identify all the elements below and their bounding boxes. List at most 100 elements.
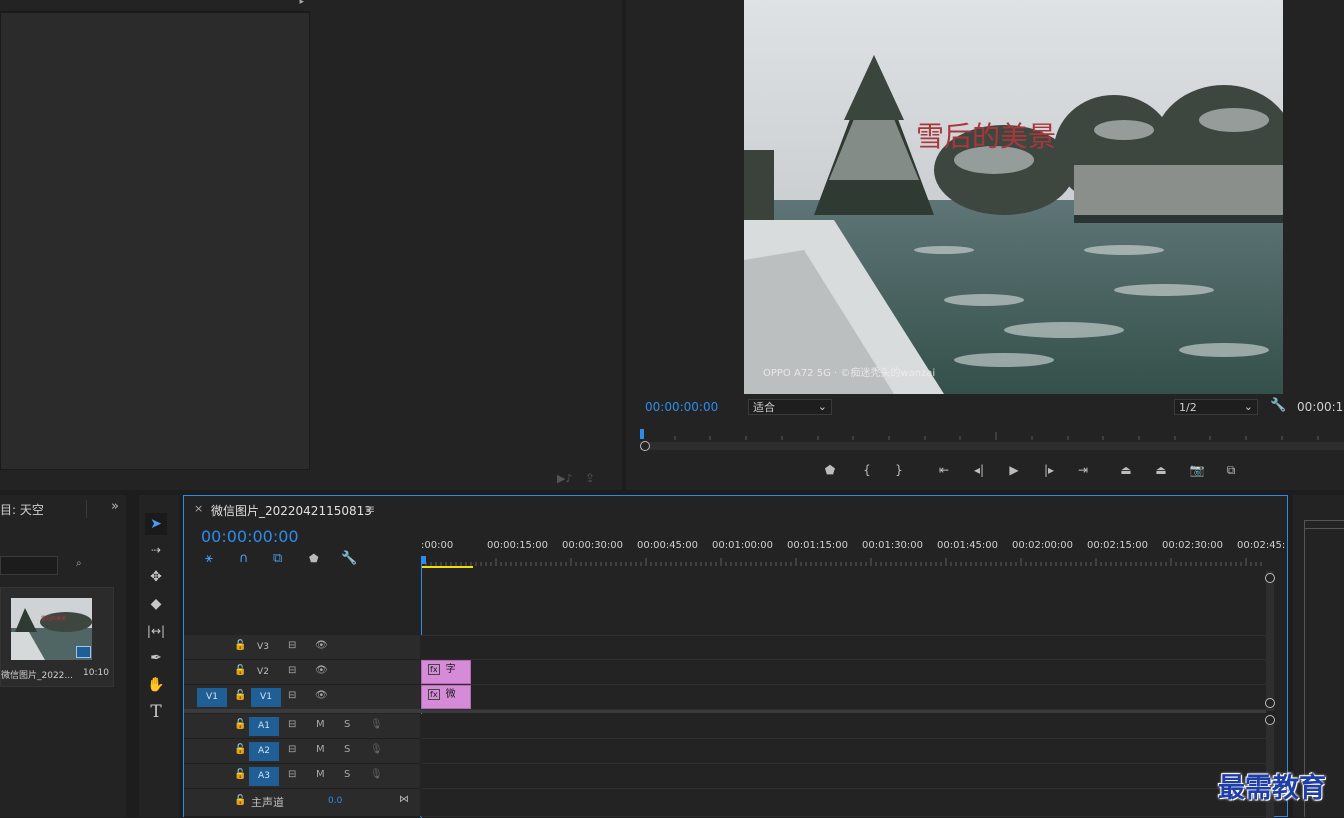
search-bin-icon[interactable]: ⌕ <box>76 558 82 569</box>
lock-icon[interactable]: 🔓 <box>234 665 246 676</box>
lane-a3[interactable] <box>421 764 1266 789</box>
timeline-timecode[interactable]: 00:00:00:00 <box>201 527 299 546</box>
source-patch-v1[interactable]: V1 <box>197 688 227 707</box>
ripple-edit-tool-icon[interactable]: ✥ <box>145 566 167 588</box>
lock-icon[interactable]: 🔓 <box>234 719 246 730</box>
chevron-down-icon: ⌄ <box>1243 400 1253 413</box>
mark-out-icon[interactable]: } <box>890 461 908 479</box>
eye-icon[interactable]: 👁 <box>315 690 328 701</box>
eye-icon[interactable]: 👁 <box>315 665 328 676</box>
solo-button[interactable]: S <box>344 744 350 755</box>
lane-v1[interactable]: fx 微 <box>421 685 1266 710</box>
snap-magnet-icon[interactable]: ∩ <box>239 551 249 566</box>
lane-v2[interactable]: fx 字 <box>421 660 1266 685</box>
nest-icon[interactable]: ⚹ <box>205 551 213 566</box>
sequence-tab-title[interactable]: 微信图片_20220421150813 <box>211 502 372 519</box>
project-panel-title[interactable]: 目: 天空 <box>0 501 44 518</box>
close-sequence-icon[interactable]: × <box>194 502 203 515</box>
pen-tool-icon[interactable]: ✒ <box>145 647 167 669</box>
camera-icon[interactable]: 📷 <box>1188 461 1206 479</box>
sync-lock-icon[interactable]: ⊟ <box>288 719 296 730</box>
microphone-icon[interactable]: 🎙 <box>370 719 383 730</box>
solo-button[interactable]: S <box>344 719 350 730</box>
track-select-tool-icon[interactable]: ⇢ <box>145 539 167 561</box>
project-clip-item[interactable]: 雪后的美景 微信图片_2022... 10:10 <box>0 587 114 687</box>
compare-icon[interactable]: ⧉ <box>1222 461 1240 479</box>
sync-lock-icon[interactable]: ⊟ <box>288 690 296 701</box>
mute-button[interactable]: M <box>316 769 325 780</box>
clip-v1-name: 微 <box>445 689 456 700</box>
track-label-v3[interactable]: V3 <box>251 638 275 657</box>
lock-icon[interactable]: 🔓 <box>234 690 246 701</box>
work-area-bar[interactable] <box>421 566 473 568</box>
track-header-v3: 🔓 V3 ⊟ 👁 <box>184 635 420 660</box>
mute-button[interactable]: M <box>316 744 325 755</box>
microphone-icon[interactable]: 🎙 <box>370 744 383 755</box>
panel-menu-icon[interactable]: ≡ <box>365 502 375 516</box>
insert-icon[interactable]: ▶♪ <box>557 472 572 485</box>
resolution-select[interactable]: 1/2 ⌄ <box>1174 399 1258 415</box>
eye-icon[interactable]: 👁 <box>315 640 328 651</box>
play-icon[interactable]: ▶ <box>1005 461 1023 479</box>
sync-lock-icon[interactable]: ⊟ <box>288 640 296 651</box>
track-label-v1[interactable]: V1 <box>251 688 281 707</box>
go-to-edge-icon[interactable]: ⋈ <box>399 794 409 805</box>
lock-icon[interactable]: 🔓 <box>234 640 246 651</box>
type-tool-icon[interactable]: T <box>145 701 167 723</box>
extract-icon[interactable]: ⏏ <box>1152 461 1170 479</box>
wrench-icon[interactable]: 🔧 <box>1270 398 1286 413</box>
ruler-ticks <box>421 556 1262 568</box>
program-scrollbar[interactable] <box>640 442 1344 450</box>
lane-v3[interactable] <box>421 635 1266 660</box>
lane-master[interactable] <box>421 789 1266 817</box>
ruler-label: 00:01:15:00 <box>787 540 849 551</box>
lane-a2[interactable] <box>421 739 1266 764</box>
linked-selection-icon[interactable]: ⧉ <box>273 551 282 566</box>
expand-panels-icon[interactable]: » <box>111 499 119 514</box>
ruler-label: 00:01:30:00 <box>862 540 924 551</box>
lane-a1[interactable] <box>421 714 1266 739</box>
step-back-icon[interactable]: ◂| <box>970 461 988 479</box>
program-timecode[interactable]: 00:00:00:00 <box>645 400 718 414</box>
track-label-a2[interactable]: A2 <box>249 742 279 761</box>
project-search-input[interactable] <box>0 556 58 575</box>
go-to-out-icon[interactable]: ⇥ <box>1074 461 1092 479</box>
go-to-in-icon[interactable]: ⇤ <box>935 461 953 479</box>
clip-v2-title[interactable]: fx 字 <box>421 660 471 684</box>
timeline-ruler[interactable]: :00:00 00:00:15:00 00:00:30:00 00:00:45:00 0… <box>421 536 1285 568</box>
master-volume-value[interactable]: 0.0 <box>328 796 342 806</box>
lock-icon[interactable]: 🔓 <box>234 795 246 806</box>
step-forward-icon[interactable]: |▸ <box>1040 461 1058 479</box>
scroll-handle-top[interactable] <box>1265 573 1275 583</box>
sync-lock-icon[interactable]: ⊟ <box>288 665 296 676</box>
add-marker-icon[interactable]: ⬟ <box>309 552 319 565</box>
video-scrollbar[interactable] <box>1266 571 1274 711</box>
track-label-a1[interactable]: A1 <box>249 717 279 736</box>
mark-in-icon[interactable]: { <box>858 461 876 479</box>
scroll-handle-bottom[interactable] <box>1265 698 1275 708</box>
marker-icon[interactable]: ⬟ <box>821 461 839 479</box>
hand-tool-icon[interactable]: ✋ <box>145 674 167 696</box>
timeline-settings-icon[interactable]: 🔧 <box>341 551 357 566</box>
panel-arrow-icon[interactable]: ▸ <box>299 0 304 7</box>
sync-lock-icon[interactable]: ⊟ <box>288 769 296 780</box>
audio-scroll-handle[interactable] <box>1265 715 1275 725</box>
sync-lock-icon[interactable]: ⊟ <box>288 744 296 755</box>
fit-select[interactable]: 适合 ⌄ <box>748 399 832 415</box>
export-frame-icon[interactable]: ⇪ <box>585 471 595 485</box>
track-label-v2[interactable]: V2 <box>251 663 275 682</box>
slip-tool-icon[interactable]: |↔| <box>145 620 167 642</box>
tab-divider <box>86 500 87 518</box>
selection-tool-icon[interactable]: ➤ <box>145 513 167 535</box>
lock-icon[interactable]: 🔓 <box>234 769 246 780</box>
razor-tool-icon[interactable]: ◆ <box>145 593 167 615</box>
microphone-icon[interactable]: 🎙 <box>370 769 383 780</box>
track-label-a3[interactable]: A3 <box>249 767 279 786</box>
lift-icon[interactable]: ⏏ <box>1117 461 1135 479</box>
solo-button[interactable]: S <box>344 769 350 780</box>
lock-icon[interactable]: 🔓 <box>234 744 246 755</box>
clip-v1-image[interactable]: fx 微 <box>421 685 471 709</box>
mute-button[interactable]: M <box>316 719 325 730</box>
scroll-handle-left[interactable] <box>640 441 650 451</box>
program-ruler[interactable] <box>640 426 1344 440</box>
